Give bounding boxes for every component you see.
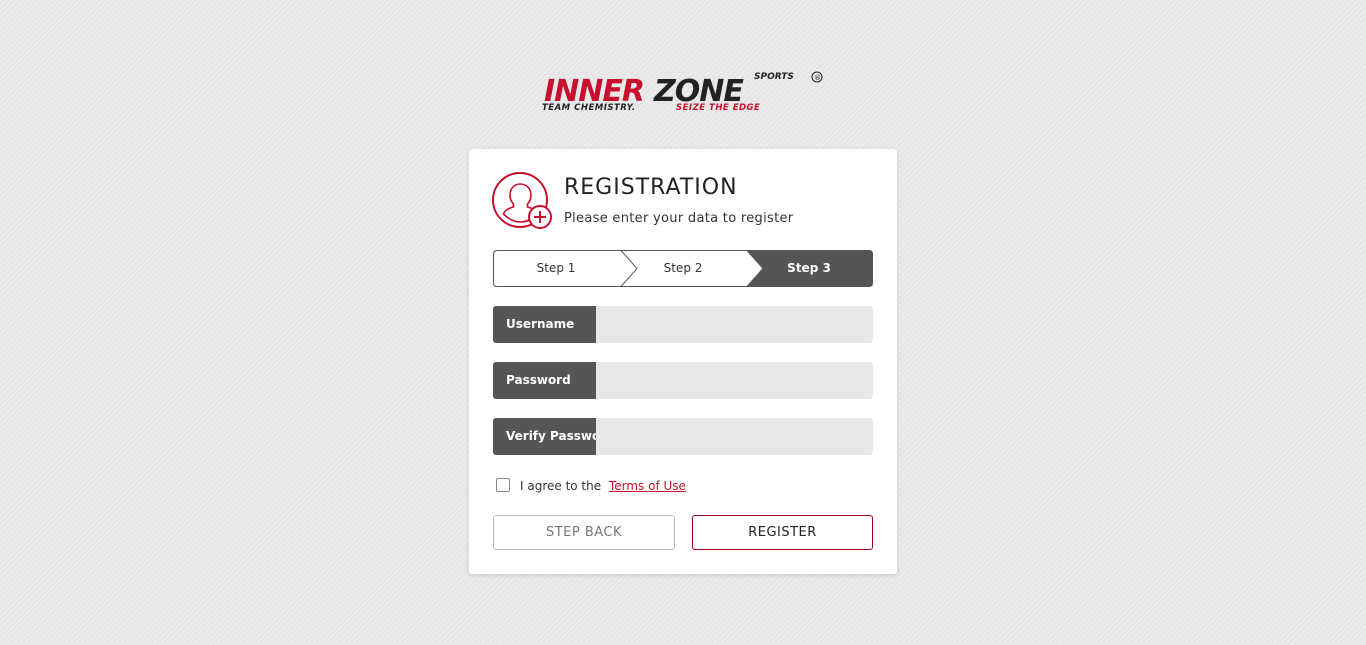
terms-checkbox[interactable]	[496, 478, 510, 492]
password-field: Password	[493, 362, 873, 399]
terms-text: I agree to the	[520, 479, 602, 493]
step-2: Step 2	[663, 261, 703, 275]
registration-card: REGISTRATION Please enter your data to r…	[469, 149, 897, 574]
password-label: Password	[493, 362, 596, 399]
verify-password-label: Verify Password	[493, 418, 615, 455]
username-field: Username	[493, 306, 873, 343]
page-subtitle: Please enter your data to register	[564, 211, 794, 226]
brand-tagline-2: SEIZE THE EDGE	[676, 103, 760, 113]
verify-password-input[interactable]	[596, 418, 873, 455]
svg-text:®: ®	[814, 74, 821, 82]
terms-of-use-link[interactable]: Terms of Use	[609, 479, 686, 493]
step-1: Step 1	[536, 261, 576, 275]
step-back-button[interactable]: STEP BACK	[493, 515, 675, 550]
brand-tagline-1: TEAM CHEMISTRY.	[542, 103, 636, 113]
brand-badge: SPORTS	[754, 72, 794, 82]
innerzone-logo: INNER ZONE SPORTS TEAM CHEMISTRY. SEIZE …	[542, 68, 826, 114]
register-button[interactable]: REGISTER	[692, 515, 873, 550]
step-3: Step 3	[787, 261, 831, 275]
password-input[interactable]	[596, 362, 873, 399]
page-title: REGISTRATION	[564, 175, 738, 200]
step-progress: Step 1 Step 2 Step 3	[493, 250, 873, 287]
verify-password-field: Verify Password	[493, 418, 873, 455]
user-add-icon	[492, 172, 554, 232]
username-input[interactable]	[596, 306, 873, 343]
username-label: Username	[493, 306, 596, 343]
